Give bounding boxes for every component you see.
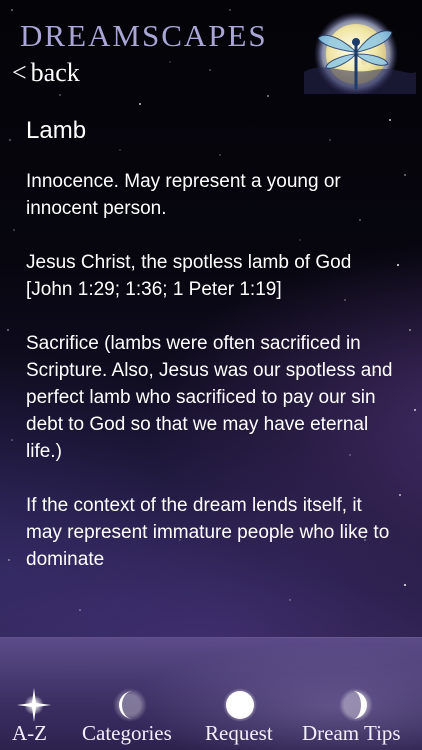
screen: DREAMSCAPES < back Lamb Innocence. May r… <box>0 0 422 750</box>
tab-bar: A-Z Categories Request Dream Tips <box>0 637 422 750</box>
crescent-moon-icon <box>113 688 147 722</box>
tab-label: Categories <box>82 721 172 745</box>
tab-label: Request <box>205 721 273 745</box>
back-chevron-icon: < <box>12 58 27 87</box>
entry-body: Innocence. May represent a young or inno… <box>26 168 396 636</box>
entry-paragraph: Sacrifice (lambs were often sacrificed i… <box>26 333 393 462</box>
app-title: DREAMSCAPES <box>20 18 268 53</box>
entry-paragraph: If the context of the dream lends itself… <box>26 495 390 570</box>
header: DREAMSCAPES < back <box>0 0 422 100</box>
moon-dragonfly-icon <box>304 12 416 94</box>
tab-request[interactable]: Request <box>198 638 286 750</box>
tab-label: Dream Tips <box>302 721 401 745</box>
tab-a-z[interactable]: A-Z <box>0 638 72 750</box>
back-label: back <box>30 58 80 87</box>
half-moon-icon <box>339 688 373 722</box>
entry-paragraph: Jesus Christ, the spotless lamb of God [… <box>26 252 352 300</box>
entry-paragraph: Innocence. May represent a young or inno… <box>26 171 341 219</box>
tab-categories[interactable]: Categories <box>75 638 187 750</box>
tab-dream-tips[interactable]: Dream Tips <box>296 638 422 750</box>
back-button[interactable]: < back <box>12 58 80 88</box>
sparkle-star-icon <box>17 688 51 722</box>
tab-label: A-Z <box>12 721 47 745</box>
entry-title: Lamb <box>26 117 87 144</box>
full-moon-icon <box>223 688 257 722</box>
